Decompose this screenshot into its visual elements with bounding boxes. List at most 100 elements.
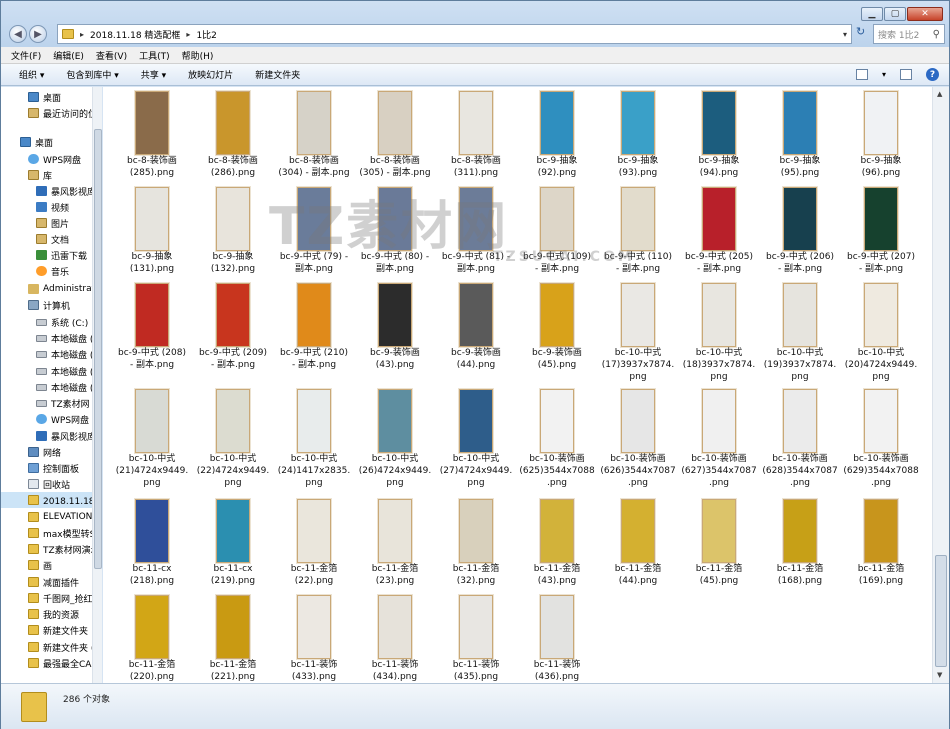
sidebar-item[interactable]: 控制面板 — [1, 460, 92, 476]
menu-help[interactable]: 帮助(H) — [182, 49, 214, 62]
sidebar-item-label: WPS网盘 — [51, 415, 90, 426]
file-thumbnail — [864, 389, 898, 453]
sidebar-item[interactable]: TZ素材网演示 — [1, 541, 100, 557]
file-name: bc-10-中式 (17)3937x7874. png — [601, 348, 675, 382]
sidebar-item[interactable]: WPS网盘 — [1, 411, 92, 427]
include-in-library-button[interactable]: 包含到库中 ▾ — [66, 68, 118, 81]
address-bar[interactable]: ▸ 2018.11.18 精选配框 ▸ 1比2 ▾ — [57, 24, 852, 44]
scroll-up-icon[interactable]: ▲ — [937, 90, 942, 98]
maximize-button[interactable]: ▢ — [884, 7, 906, 21]
sidebar-item[interactable]: 库 — [1, 167, 92, 183]
sidebar-item[interactable]: 回收站 — [1, 476, 92, 492]
sidebar-item[interactable]: 桌面 — [1, 89, 92, 105]
navigation-scrollbar[interactable] — [92, 87, 102, 683]
sidebar-item[interactable]: 计算机 — [1, 297, 92, 313]
sidebar-item[interactable]: 网络 — [1, 444, 92, 460]
file-thumbnail — [864, 187, 898, 251]
sidebar-item[interactable]: 暴风影视库 — [1, 428, 96, 444]
folder-icon — [28, 560, 39, 570]
file-thumbnail — [297, 187, 331, 251]
sidebar-item[interactable]: 暴风影视库 — [1, 183, 96, 199]
organize-button[interactable]: 组织 ▾ — [19, 68, 44, 81]
network-icon — [28, 447, 39, 457]
chevron-down-icon[interactable]: ▾ — [843, 30, 847, 39]
file-thumbnail — [702, 389, 736, 453]
sidebar-item-label: 我的资源 — [43, 610, 80, 621]
sidebar-item[interactable]: ELEVATION — [1, 509, 92, 525]
sidebar-item[interactable]: 文档 — [1, 231, 92, 247]
sidebar-item[interactable]: TZ素材网 ( — [1, 395, 96, 411]
file-name: bc-8-装饰画 (285).png — [127, 156, 177, 178]
file-thumbnail — [702, 499, 736, 563]
sidebar-item[interactable]: 最强最全CAD — [1, 655, 98, 671]
sidebar-item[interactable]: 本地磁盘 (E — [1, 346, 99, 362]
file-thumbnail — [459, 187, 493, 251]
back-button[interactable]: ◀ — [9, 25, 27, 43]
sidebar-item[interactable]: 新建文件夹 ( — [1, 639, 94, 655]
menu-view[interactable]: 查看(V) — [96, 49, 127, 62]
help-icon[interactable]: ? — [926, 68, 939, 81]
new-folder-button[interactable]: 新建文件夹 — [255, 68, 300, 81]
sidebar-item[interactable]: 迅雷下载 — [1, 247, 92, 263]
file-thumbnail — [783, 91, 817, 155]
scrollbar-thumb[interactable] — [935, 555, 947, 667]
sidebar-item[interactable]: max模型转SU — [1, 525, 101, 541]
file-name: bc-10-中式 (20)4724x9449. png — [844, 348, 918, 382]
file-thumbnail — [135, 389, 169, 453]
preview-pane-icon[interactable] — [900, 69, 912, 80]
file-thumbnail — [297, 499, 331, 563]
menu-file[interactable]: 文件(F) — [11, 49, 41, 62]
file-thumbnail — [135, 283, 169, 347]
sidebar-item[interactable]: 2018.11.18 精 — [1, 492, 101, 508]
sidebar-item[interactable]: WPS网盘 — [1, 151, 92, 167]
forward-button[interactable]: ▶ — [29, 25, 47, 43]
close-button[interactable]: ✕ — [907, 7, 943, 21]
file-name: bc-10-中式 (19)3937x7874. png — [763, 348, 837, 382]
sidebar-item-label: 系统 (C:) — [51, 318, 89, 329]
sidebar-item[interactable]: 视频 — [1, 199, 92, 215]
share-button[interactable]: 共享 ▾ — [141, 68, 166, 81]
sidebar-item[interactable]: 本地磁盘 (F — [1, 363, 99, 379]
file-list: bc-8-装饰画 (285).png bc-8-装饰画 (286).png bc-8… — [103, 87, 932, 683]
sidebar-item[interactable]: 我的资源 — [1, 606, 92, 622]
scrollbar-thumb[interactable] — [94, 129, 102, 569]
file-name: bc-11-装饰 (433).png — [290, 660, 338, 682]
sidebar-item[interactable]: 本地磁盘 (G — [1, 379, 100, 395]
sidebar-item-label: 新建文件夹 — [43, 626, 89, 637]
sidebar-item[interactable]: 桌面 — [1, 134, 92, 150]
sidebar-item[interactable]: 新建文件夹 — [1, 622, 92, 638]
chevron-down-icon[interactable]: ▾ — [882, 70, 886, 79]
computer-icon — [28, 300, 39, 310]
sidebar-item[interactable]: 音乐 — [1, 263, 92, 279]
file-name: bc-10-中式 (26)4724x9449. png — [358, 454, 432, 488]
sidebar-item[interactable]: 千图网_抢红包 — [1, 590, 101, 606]
menu-edit[interactable]: 编辑(E) — [53, 49, 84, 62]
navigation-pane: 桌面 最近访问的位 桌面 WPS网盘库暴风影视库 视频 图片 文档 迅雷下载 音乐 Adminis… — [1, 87, 102, 683]
file-list-scrollbar[interactable]: ▲ ▼ — [932, 87, 949, 683]
sidebar-item[interactable]: 图片 — [1, 215, 92, 231]
sidebar-item-label: 计算机 — [43, 301, 71, 312]
minimize-button[interactable]: ▁ — [861, 7, 883, 21]
slideshow-button[interactable]: 放映幻灯片 — [188, 68, 233, 81]
file-name: bc-11-金箔 (44).png — [614, 564, 662, 586]
file-thumbnail — [216, 499, 250, 563]
scroll-down-icon[interactable]: ▼ — [937, 671, 942, 679]
change-view-icon[interactable] — [855, 69, 868, 80]
file-thumbnail — [135, 595, 169, 659]
breadcrumb-item[interactable]: 1比2 — [196, 28, 216, 41]
file-thumbnail — [216, 389, 250, 453]
sidebar-item[interactable]: 本地磁盘 (I — [1, 330, 96, 346]
drive-icon — [36, 350, 47, 358]
breadcrumb-item[interactable]: 2018.11.18 精选配框 — [90, 28, 180, 41]
search-input[interactable]: 搜索 1比2 ⚲ — [873, 24, 945, 44]
file-thumbnail — [783, 389, 817, 453]
sidebar-item[interactable]: 最近访问的位 — [1, 105, 97, 121]
sidebar-item[interactable]: Administrato — [1, 281, 101, 297]
refresh-icon[interactable]: ↻ — [856, 25, 865, 38]
sidebar-item[interactable]: 系统 (C:) — [1, 314, 92, 330]
menu-tools[interactable]: 工具(T) — [139, 49, 170, 62]
tv-icon — [36, 186, 47, 196]
recent-icon — [28, 108, 39, 118]
sidebar-item[interactable]: 减面插件 — [1, 574, 92, 590]
sidebar-item[interactable]: 画 — [1, 557, 92, 573]
